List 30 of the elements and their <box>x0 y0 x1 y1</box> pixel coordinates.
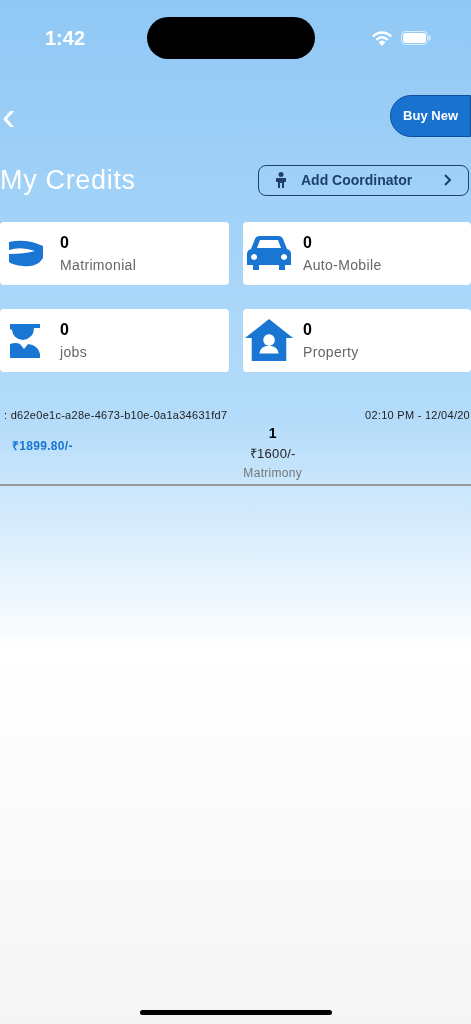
page-title: My Credits <box>0 164 136 197</box>
status-time: 1:42 <box>45 26 86 51</box>
credit-label: jobs <box>60 342 88 362</box>
chevron-right-icon <box>444 174 452 187</box>
buy-new-button[interactable]: Buy New <box>390 95 471 137</box>
credit-label: Auto-Mobile <box>303 255 382 275</box>
credit-count: 0 <box>60 232 70 253</box>
transaction-price: ₹1600/- <box>249 445 296 463</box>
credit-label: Property <box>303 342 359 362</box>
graduate-icon <box>10 322 42 358</box>
transaction-quantity: 1 <box>268 424 277 443</box>
transaction-time: 02:10 PM - 12/04/20 <box>365 407 470 423</box>
credit-card[interactable]: 0 jobs <box>0 308 229 372</box>
battery-icon <box>401 31 431 45</box>
credit-count: 0 <box>60 319 70 340</box>
transaction-id: : d62e0e1c-a28e-4673-b10e-0a1a34631fd7 <box>4 407 228 423</box>
person-icon <box>275 172 287 189</box>
add-coordinator-button[interactable]: Add Coordinator <box>258 164 469 196</box>
credit-card[interactable]: 0 Auto-Mobile <box>243 221 471 285</box>
car-icon <box>246 235 292 271</box>
transaction-total: ₹1899.80/- <box>12 438 73 455</box>
wifi-icon <box>371 30 393 46</box>
transaction-category: Matrimony <box>243 464 303 482</box>
credit-count: 0 <box>303 232 313 253</box>
credit-card[interactable]: 0 Property <box>243 308 471 372</box>
house-icon <box>245 318 293 362</box>
credit-card[interactable]: 0 Matrimonial <box>0 221 229 285</box>
ring-icon <box>9 238 43 268</box>
credit-count: 0 <box>303 319 313 340</box>
credit-label: Matrimonial <box>60 255 137 275</box>
